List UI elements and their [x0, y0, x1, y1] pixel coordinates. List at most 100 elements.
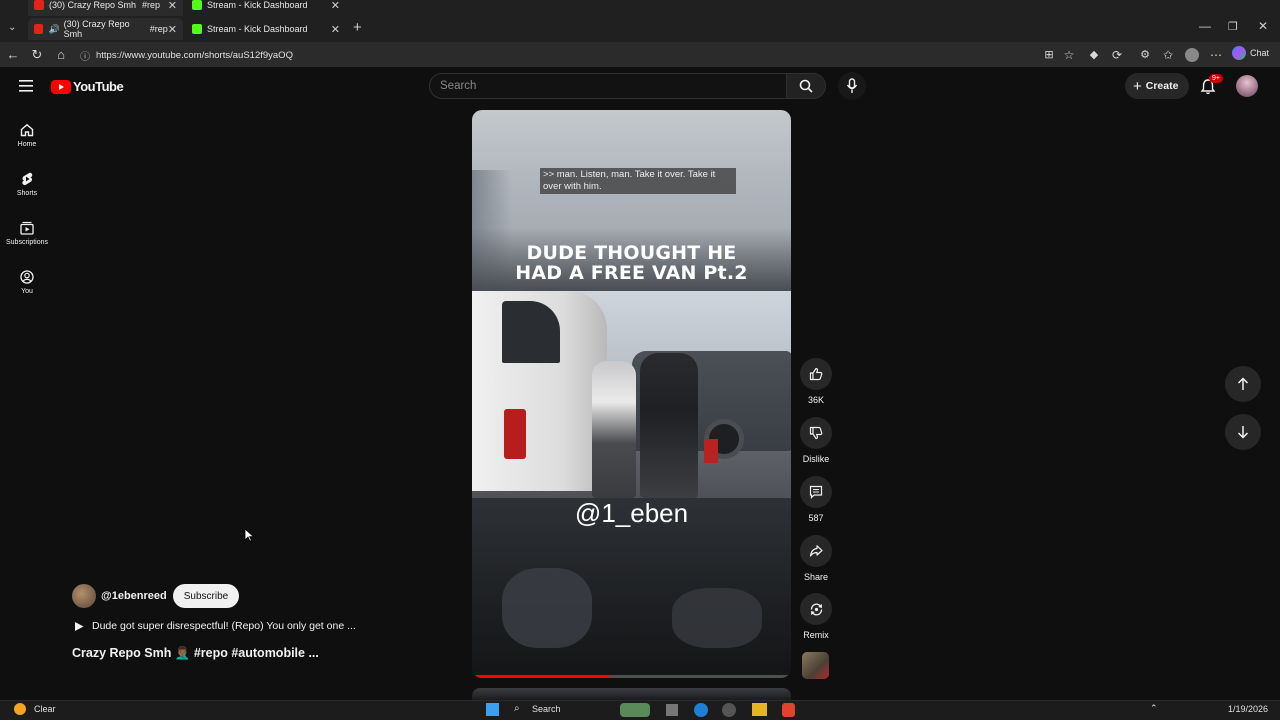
arrow-up-icon — [1237, 377, 1249, 390]
comments-action: 587 — [797, 476, 835, 523]
plus-icon: + — [1133, 77, 1142, 95]
youtube-logo[interactable]: YouTube — [51, 79, 124, 94]
edge-icon[interactable] — [694, 703, 708, 717]
person-right-shape — [640, 353, 698, 498]
short-title[interactable]: Crazy Repo Smh 🤦🏾‍♂️ #repo #automobile .… — [72, 646, 319, 661]
ghost-tab-youtube: (30) Crazy Repo Smh #rep ✕ — [28, 0, 183, 16]
more-menu-icon[interactable]: ⋯ — [1207, 46, 1225, 64]
create-button[interactable]: + Create — [1125, 73, 1189, 99]
tab-title: Stream - Kick Dashboard — [207, 24, 308, 34]
search-button[interactable] — [786, 73, 826, 99]
weather-icon[interactable] — [14, 703, 26, 715]
url-text: https://www.youtube.com/shorts/auS12f9ya… — [96, 49, 293, 61]
browser-toolbar: ← ↻ ⌂ ⓘ https://www.youtube.com/shorts/a… — [0, 42, 1280, 68]
blur-shape — [502, 568, 592, 648]
thumbs-down-icon — [809, 426, 823, 440]
kick-favicon-icon — [192, 24, 202, 34]
wheel-red-shape — [704, 439, 718, 463]
tab-list-chevron-icon[interactable]: ⌄ — [8, 22, 16, 33]
previous-short-button[interactable] — [1225, 366, 1261, 402]
tray-chevron-icon[interactable]: ⌃ — [1150, 703, 1158, 714]
video-frame-main — [472, 291, 791, 498]
sidebar-item-subscriptions[interactable]: Subscriptions — [0, 210, 54, 256]
refresh-extension-icon[interactable]: ⟳ — [1108, 46, 1126, 64]
tab-close-icon[interactable]: ✕ — [168, 23, 177, 36]
windows-start-icon[interactable] — [486, 703, 499, 716]
like-count: 36K — [807, 395, 824, 405]
search-input[interactable]: Search — [429, 73, 787, 99]
tab-title: (30) Crazy Repo Smh — [63, 19, 130, 39]
extensions-icon[interactable]: ⚙ — [1136, 46, 1154, 64]
window-close-icon[interactable]: ✕ — [1258, 19, 1268, 33]
description-row[interactable]: Dude got super disrespectful! (Repo) You… — [74, 620, 356, 632]
site-info-icon[interactable]: ⓘ — [80, 48, 90, 63]
subscriptions-icon — [20, 221, 34, 235]
sidebar-item-label: You — [21, 287, 33, 295]
comments-button[interactable] — [800, 476, 832, 508]
favorite-star-icon[interactable]: ☆ — [1060, 46, 1078, 64]
menu-icon[interactable] — [19, 79, 33, 97]
tab-suffix: #rep — [149, 24, 168, 34]
file-explorer-icon[interactable] — [752, 703, 767, 716]
widget-icon[interactable] — [620, 703, 650, 717]
app-available-icon[interactable]: ⊞ — [1040, 46, 1058, 64]
thumbs-up-icon — [809, 367, 823, 381]
app-icon[interactable] — [722, 703, 736, 717]
task-view-icon[interactable] — [666, 704, 678, 716]
address-bar[interactable]: ⓘ https://www.youtube.com/shorts/auS12f9… — [76, 45, 1086, 65]
arrow-down-icon — [1237, 426, 1249, 439]
taskbar-search-icon[interactable]: ⌕ — [514, 703, 520, 714]
home-browser-icon[interactable]: ⌂ — [52, 46, 70, 64]
ghost-tab-kick: Stream - Kick Dashboard ✕ — [186, 0, 346, 16]
shorts-video-player[interactable]: >> man. Listen, man. Take it over. Take … — [472, 110, 791, 678]
brave-icon[interactable] — [782, 703, 795, 717]
comment-count: 587 — [808, 513, 824, 523]
youtube-favicon-icon — [34, 0, 44, 10]
reload-icon[interactable]: ↻ — [28, 46, 46, 64]
notification-badge: 9+ — [1209, 74, 1223, 83]
comment-icon — [809, 485, 823, 499]
favorites-icon[interactable]: ✩ — [1159, 46, 1177, 64]
next-short-peek — [472, 688, 791, 700]
channel-avatar[interactable] — [72, 584, 96, 608]
tab-youtube[interactable]: 🔊 (30) Crazy Repo Smh #rep ✕ — [28, 18, 183, 40]
play-icon — [75, 621, 84, 631]
clock-date[interactable]: 1/19/2026 — [1228, 704, 1268, 714]
video-progress-fill — [472, 675, 610, 678]
voice-search-button[interactable] — [838, 72, 866, 100]
restore-icon[interactable]: ❐ — [1228, 20, 1238, 33]
close-icon: ✕ — [330, 0, 340, 12]
minimize-icon[interactable]: — — [1199, 19, 1211, 33]
description-text: Dude got super disrespectful! (Repo) You… — [92, 620, 356, 632]
taskbar-search-label[interactable]: Search — [532, 704, 561, 714]
video-progress-bar[interactable] — [472, 675, 791, 678]
account-avatar[interactable] — [1236, 75, 1258, 97]
back-icon[interactable]: ← — [4, 46, 22, 64]
speaker-icon[interactable]: 🔊 — [48, 24, 59, 35]
extension-icon[interactable]: ◆ — [1085, 46, 1103, 64]
notifications-button[interactable]: 9+ — [1200, 74, 1223, 100]
copilot-chat-button[interactable]: Chat — [1232, 46, 1269, 60]
tab-kick[interactable]: Stream - Kick Dashboard ✕ — [186, 18, 346, 40]
sidebar-item-shorts[interactable]: Shorts — [0, 161, 54, 207]
home-icon — [20, 123, 34, 136]
subscribe-button[interactable]: Subscribe — [172, 584, 240, 608]
profile-avatar-icon[interactable] — [1183, 46, 1201, 64]
sidebar-item-label: Subscriptions — [5, 238, 49, 246]
ghost-tab-suffix: #rep — [142, 0, 161, 10]
remix-icon — [810, 603, 822, 615]
sidebar-item-home[interactable]: Home — [0, 112, 54, 158]
sound-thumbnail[interactable] — [802, 652, 829, 679]
person-left-shape — [592, 361, 636, 498]
share-button[interactable] — [800, 535, 832, 567]
channel-name[interactable]: @1ebenreed — [101, 590, 167, 602]
dislike-action: Dislike — [797, 417, 835, 464]
like-button[interactable] — [800, 358, 832, 390]
remix-button[interactable] — [800, 593, 832, 625]
dislike-button[interactable] — [800, 417, 832, 449]
new-tab-button[interactable]: + — [353, 19, 362, 36]
sidebar-item-you[interactable]: You — [0, 259, 54, 305]
next-short-button[interactable] — [1225, 414, 1261, 450]
kick-favicon-icon — [192, 0, 202, 10]
tab-close-icon[interactable]: ✕ — [331, 23, 340, 36]
